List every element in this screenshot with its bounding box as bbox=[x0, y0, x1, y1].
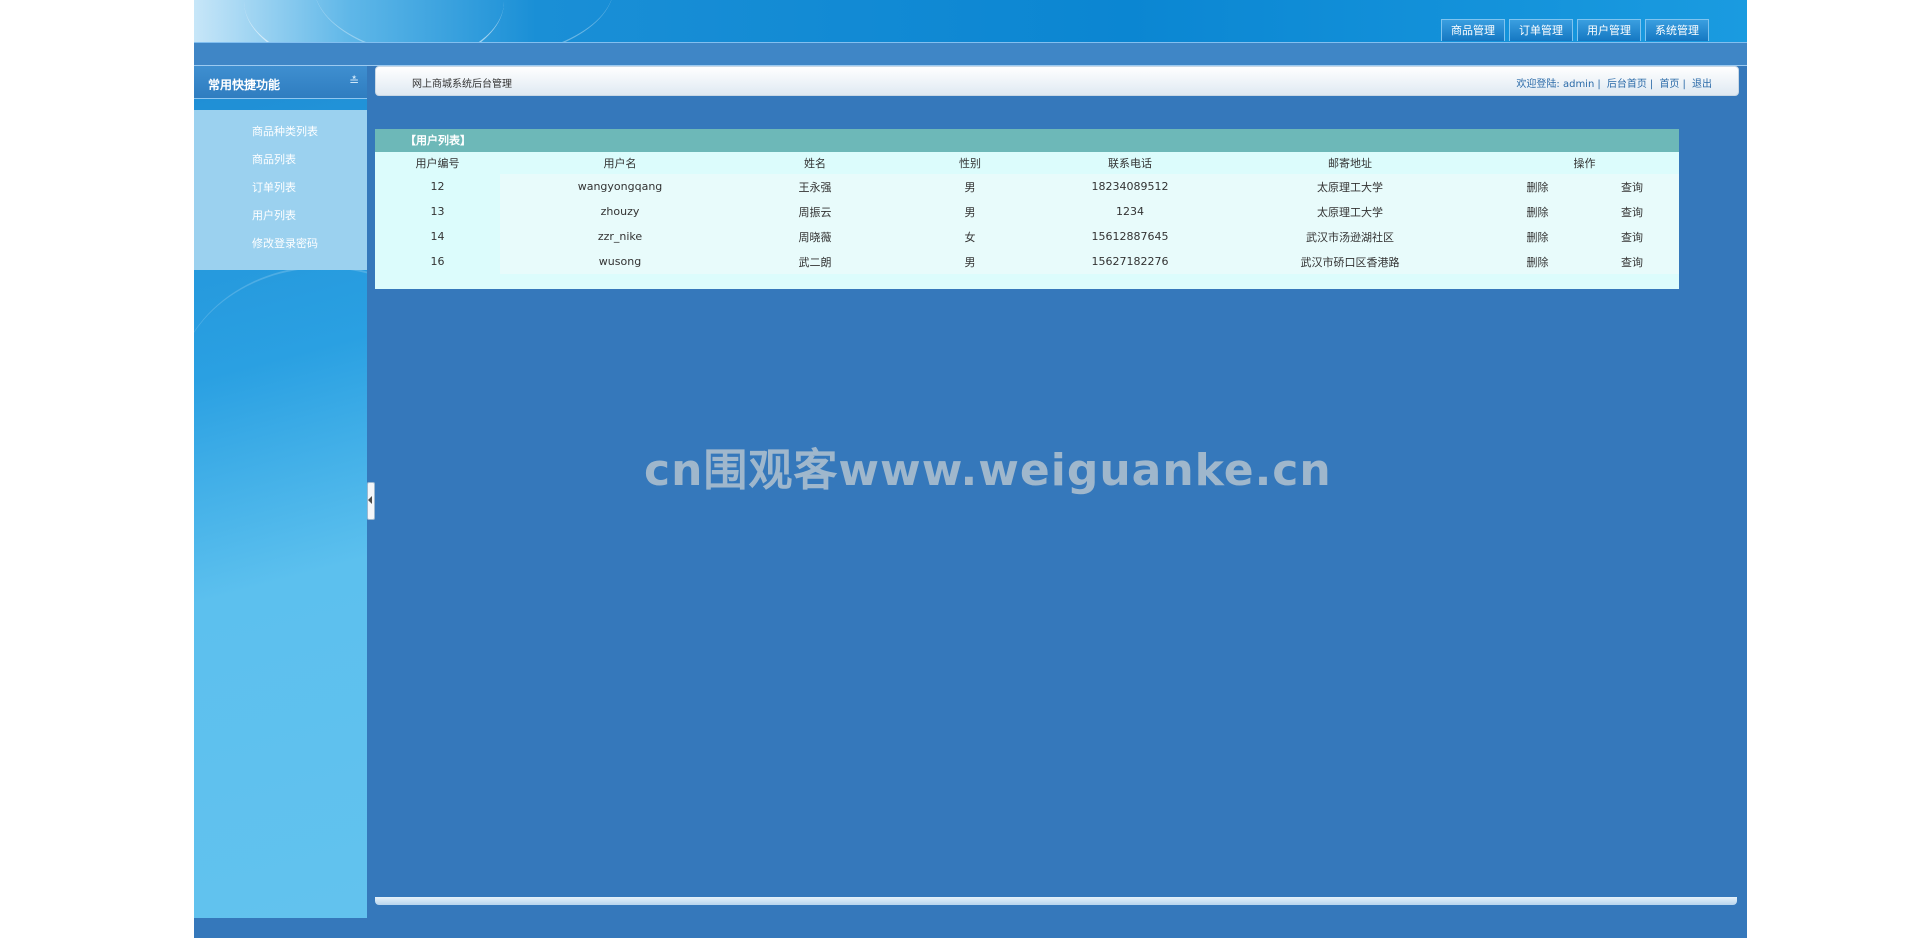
col-header-actions: 操作 bbox=[1573, 157, 1596, 170]
sidebar-item-order-list[interactable]: 订单列表 bbox=[194, 174, 367, 202]
nav-tab-orders[interactable]: 订单管理 bbox=[1509, 19, 1573, 41]
cell-name: 周晓薇 bbox=[740, 224, 890, 249]
sidebar-decoration bbox=[194, 266, 367, 528]
header-strip bbox=[194, 42, 1747, 66]
cell-address: 武汉市硚口区香港路 bbox=[1210, 249, 1490, 274]
delete-link[interactable]: 删除 bbox=[1490, 224, 1585, 249]
watermark: cn围观客www.weiguanke.cn bbox=[644, 445, 1332, 496]
cell-gender: 男 bbox=[890, 174, 1050, 199]
query-link[interactable]: 查询 bbox=[1585, 199, 1679, 224]
double-chevron-down-icon[interactable]: ≛ bbox=[349, 74, 359, 88]
cell-username: wusong bbox=[500, 249, 740, 274]
sidebar: 常用快捷功能 ≛ 商品种类列表 商品列表 订单列表 用户列表 修改登录密码 bbox=[194, 66, 367, 918]
delete-link[interactable]: 删除 bbox=[1490, 249, 1585, 274]
cell-address: 太原理工大学 bbox=[1210, 199, 1490, 224]
logout-link[interactable]: 退出 bbox=[1692, 79, 1712, 90]
home-link[interactable]: 首页 bbox=[1659, 79, 1679, 90]
separator: | bbox=[1649, 79, 1654, 90]
table-row: 12 wangyongqang 王永强 男 18234089512 太原理工大学… bbox=[375, 174, 1679, 199]
current-username: admin bbox=[1562, 79, 1595, 90]
cell-username: wangyongqang bbox=[500, 174, 740, 199]
col-header-name: 姓名 bbox=[804, 157, 826, 170]
cell-phone: 1234 bbox=[1050, 199, 1210, 224]
cell-name: 周振云 bbox=[740, 199, 890, 224]
cell-gender: 男 bbox=[890, 199, 1050, 224]
nav-tab-products[interactable]: 商品管理 bbox=[1441, 19, 1505, 41]
top-nav: 商品管理 订单管理 用户管理 系统管理 bbox=[1441, 19, 1709, 41]
sidebar-item-category-list[interactable]: 商品种类列表 bbox=[194, 118, 367, 146]
cell-id: 13 bbox=[430, 205, 445, 218]
user-table: 用户编号 用户名 姓名 性别 联系电话 邮寄地址 操作 12 wangyongq… bbox=[375, 152, 1679, 274]
content-topbar: 网上商城系统后台管理 欢迎登陆: admin | 后台首页 | 首页 | 退出 bbox=[375, 66, 1739, 96]
table-row: 14 zzr_nike 周晓薇 女 15612887645 武汉市汤逊湖社区 删… bbox=[375, 224, 1679, 249]
sidebar-header: 常用快捷功能 ≛ bbox=[194, 66, 367, 99]
delete-link[interactable]: 删除 bbox=[1490, 174, 1585, 199]
separator: | bbox=[1682, 79, 1686, 90]
cell-name: 武二朗 bbox=[740, 249, 890, 274]
user-list-panel: 【用户列表】 用户编号 用户名 姓名 性别 联系电话 邮寄地址 操作 12 wa… bbox=[375, 129, 1679, 289]
page-title: 网上商城系统后台管理 bbox=[412, 79, 512, 90]
cell-address: 武汉市汤逊湖社区 bbox=[1210, 224, 1490, 249]
col-header-gender: 性别 bbox=[959, 157, 981, 170]
cell-id: 16 bbox=[430, 255, 445, 268]
cell-phone: 15612887645 bbox=[1050, 224, 1210, 249]
nav-tab-system[interactable]: 系统管理 bbox=[1645, 19, 1709, 41]
cell-id: 12 bbox=[430, 180, 445, 193]
col-header-address: 邮寄地址 bbox=[1328, 157, 1372, 170]
delete-link[interactable]: 删除 bbox=[1490, 199, 1585, 224]
sidebar-toggle-handle[interactable] bbox=[367, 482, 375, 520]
sidebar-title: 常用快捷功能 bbox=[208, 78, 281, 92]
cell-gender: 男 bbox=[890, 249, 1050, 274]
content-bottom-bar bbox=[375, 897, 1737, 905]
header-banner: 商品管理 订单管理 用户管理 系统管理 bbox=[194, 0, 1747, 42]
col-header-username: 用户名 bbox=[603, 157, 637, 170]
user-list-title: 【用户列表】 bbox=[375, 129, 1679, 152]
col-header-phone: 联系电话 bbox=[1108, 157, 1152, 170]
cell-id: 14 bbox=[430, 230, 445, 243]
chevron-left-icon bbox=[368, 496, 372, 504]
header-decoration bbox=[314, 0, 614, 42]
cell-username: zzr_nike bbox=[500, 224, 740, 249]
sidebar-item-product-list[interactable]: 商品列表 bbox=[194, 146, 367, 174]
cell-gender: 女 bbox=[890, 224, 1050, 249]
cell-name: 王永强 bbox=[740, 174, 890, 199]
cell-phone: 18234089512 bbox=[1050, 174, 1210, 199]
query-link[interactable]: 查询 bbox=[1585, 224, 1679, 249]
user-bar: 欢迎登陆: admin | 后台首页 | 首页 | 退出 bbox=[1516, 75, 1712, 90]
admin-home-link[interactable]: 后台首页 bbox=[1607, 79, 1647, 90]
separator: | bbox=[1597, 79, 1601, 90]
welcome-label: 欢迎登陆: bbox=[1516, 79, 1560, 90]
sidebar-item-user-list[interactable]: 用户列表 bbox=[194, 202, 367, 230]
sidebar-menu: 商品种类列表 商品列表 订单列表 用户列表 修改登录密码 bbox=[194, 110, 367, 270]
nav-tab-users[interactable]: 用户管理 bbox=[1577, 19, 1641, 41]
query-link[interactable]: 查询 bbox=[1585, 174, 1679, 199]
sidebar-item-change-password[interactable]: 修改登录密码 bbox=[194, 230, 367, 258]
app-frame: 商品管理 订单管理 用户管理 系统管理 常用快捷功能 ≛ 商品种类列表 商品列表… bbox=[194, 0, 1747, 938]
table-row: 13 zhouzy 周振云 男 1234 太原理工大学 删除 查询 bbox=[375, 199, 1679, 224]
query-link[interactable]: 查询 bbox=[1585, 249, 1679, 274]
table-header-row: 用户编号 用户名 姓名 性别 联系电话 邮寄地址 操作 bbox=[375, 152, 1679, 174]
cell-username: zhouzy bbox=[500, 199, 740, 224]
cell-address: 太原理工大学 bbox=[1210, 174, 1490, 199]
cell-phone: 15627182276 bbox=[1050, 249, 1210, 274]
col-header-id: 用户编号 bbox=[415, 157, 460, 170]
table-row: 16 wusong 武二朗 男 15627182276 武汉市硚口区香港路 删除… bbox=[375, 249, 1679, 274]
